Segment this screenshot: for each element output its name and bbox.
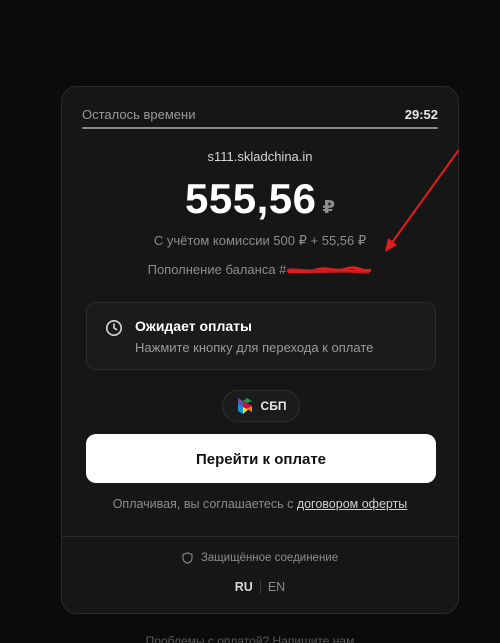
- shield-icon: [182, 552, 193, 564]
- amount-currency: ₽: [322, 197, 335, 217]
- lang-separator: [259, 580, 261, 594]
- payment-card: Осталось времени 29:52 s111.skladchina.i…: [61, 86, 459, 614]
- payment-status-box: Ожидает оплаты Нажмите кнопку для перехо…: [86, 302, 436, 370]
- secure-connection: Защищённое соединение: [62, 552, 458, 564]
- secure-label: Защищённое соединение: [200, 552, 339, 564]
- footer-divider: [62, 536, 458, 537]
- topup-line: Пополнение баланса #: [62, 262, 458, 277]
- language-switcher: RU EN: [62, 580, 458, 594]
- sbp-method-chip[interactable]: СБП: [222, 390, 300, 422]
- payment-page: Осталось времени 29:52 s111.skladchina.i…: [0, 0, 500, 643]
- offer-agreement-link[interactable]: договором оферты: [297, 497, 407, 511]
- agreement-prefix: Оплачивая, вы соглашаетесь с: [112, 497, 297, 511]
- merchant-domain: s111.skladchina.in: [207, 149, 313, 164]
- amount-row: 555,56 ₽: [62, 175, 458, 223]
- lang-ru-option[interactable]: RU: [235, 580, 253, 594]
- agreement-text: Оплачивая, вы соглашаетесь с договором о…: [62, 497, 458, 511]
- status-subtitle: Нажмите кнопку для перехода к оплате: [135, 340, 374, 355]
- timer-progress-fill: [82, 127, 438, 129]
- help-text: Проблемы с оплатой? Напишите нам: [145, 634, 355, 643]
- timer-row: Осталось времени 29:52: [82, 104, 438, 124]
- sbp-logo-icon: [237, 398, 252, 414]
- timer-value: 29:52: [404, 106, 438, 122]
- timer-progress-bar: [82, 127, 438, 129]
- commission-text: С учётом комиссии 500 ₽ + 55,56 ₽: [153, 233, 367, 248]
- redacted-order-id: [286, 265, 372, 276]
- lang-en-option[interactable]: EN: [268, 580, 285, 594]
- timer-label: Осталось времени: [82, 106, 196, 122]
- clock-icon: [106, 320, 122, 336]
- topup-label: Пополнение баланса #: [147, 262, 287, 277]
- go-to-payment-button[interactable]: Перейти к оплате: [86, 434, 436, 483]
- sbp-label: СБП: [260, 399, 287, 413]
- amount-value: 555,56: [185, 175, 317, 222]
- status-title: Ожидает оплаты: [135, 318, 252, 334]
